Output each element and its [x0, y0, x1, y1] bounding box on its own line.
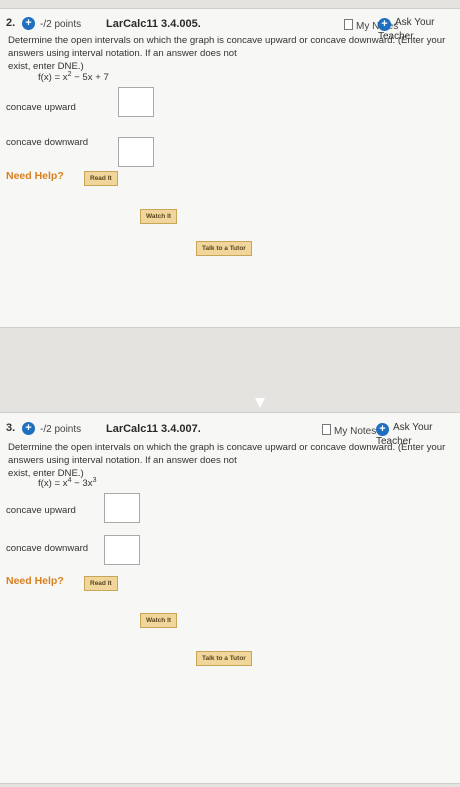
- question-line: Determine the open intervals on which th…: [8, 35, 446, 59]
- talk-to-tutor-button[interactable]: Talk to a Tutor: [196, 651, 252, 666]
- question-text: Determine the open intervals on which th…: [8, 441, 456, 480]
- talk-to-tutor-button[interactable]: Talk to a Tutor: [196, 241, 252, 256]
- concave-downward-label: concave downward: [6, 137, 89, 148]
- plus-circle-icon: +: [378, 18, 391, 31]
- assignment-page: 2. + -/2 points LarCalc11 3.4.005. My No…: [0, 0, 460, 787]
- question-text: Determine the open intervals on which th…: [8, 34, 456, 73]
- question-number: 2.: [6, 17, 16, 29]
- question-number: 3.: [6, 422, 16, 434]
- concave-downward-input[interactable]: [118, 137, 154, 167]
- points-label: -/2 points: [40, 19, 82, 30]
- plus-circle-icon[interactable]: +: [22, 422, 35, 435]
- notes-icon: [344, 19, 353, 30]
- question-2-card: 2. + -/2 points LarCalc11 3.4.005. My No…: [0, 8, 460, 328]
- problem-code: LarCalc11 3.4.005.: [106, 18, 201, 30]
- concave-upward-input[interactable]: [118, 87, 154, 117]
- my-notes-link[interactable]: My Notes: [322, 424, 376, 437]
- concave-downward-input[interactable]: [104, 535, 140, 565]
- problem-code: LarCalc11 3.4.007.: [106, 423, 201, 435]
- concave-upward-input[interactable]: [104, 493, 140, 523]
- mouse-pointer-icon: [255, 398, 265, 408]
- function-suffix: − 5x + 7: [71, 72, 109, 84]
- my-notes-label: My Notes: [334, 426, 377, 437]
- read-it-button[interactable]: Read It: [84, 576, 118, 591]
- function-prefix: f(x) = x: [38, 72, 68, 84]
- points-label: -/2 points: [40, 424, 82, 435]
- need-help-label: Need Help?: [6, 575, 64, 587]
- function-exponent: 3: [92, 477, 97, 484]
- concave-upward-label: concave upward: [6, 102, 76, 113]
- plus-circle-icon[interactable]: +: [22, 17, 35, 30]
- question-3-card: 3. + -/2 points LarCalc11 3.4.007. My No…: [0, 412, 460, 784]
- concave-upward-label: concave upward: [6, 505, 76, 516]
- watch-it-button[interactable]: Watch It: [140, 209, 178, 224]
- concave-downward-label: concave downward: [6, 543, 89, 554]
- notes-icon: [322, 424, 331, 435]
- plus-circle-icon: +: [376, 423, 389, 436]
- need-help-label: Need Help?: [6, 170, 64, 182]
- function-middle: − 3x: [71, 478, 93, 490]
- function-expression: f(x) = x2 − 5x + 7: [38, 71, 109, 83]
- function-prefix: f(x) = x: [38, 478, 68, 490]
- watch-it-button[interactable]: Watch It: [140, 613, 178, 628]
- function-expression: f(x) = x4 − 3x3: [38, 477, 96, 489]
- read-it-button[interactable]: Read It: [84, 171, 118, 186]
- question-line: Determine the open intervals on which th…: [8, 442, 446, 466]
